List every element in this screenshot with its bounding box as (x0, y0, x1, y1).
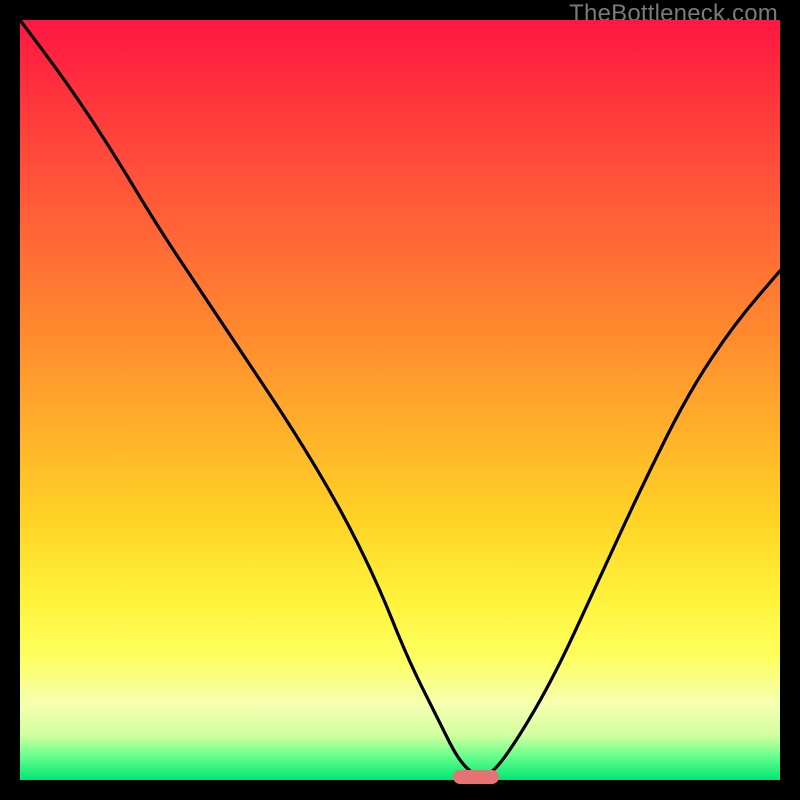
bottleneck-curve (20, 20, 780, 780)
chart-frame: TheBottleneck.com (0, 0, 800, 800)
optimal-marker (453, 770, 499, 784)
plot-area (20, 20, 780, 780)
